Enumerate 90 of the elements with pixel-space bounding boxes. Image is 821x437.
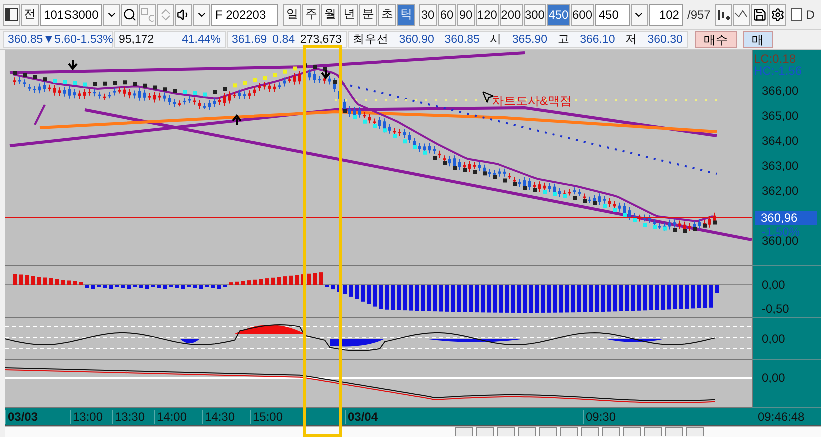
interval-tab[interactable]: 300 [524,4,546,26]
toolbar-icon[interactable] [581,427,599,436]
axis-label: 0,00 [762,371,786,385]
low-value: 360.30 [648,34,683,46]
time-label: 15:00 [250,410,284,424]
toolbar-icon[interactable] [497,427,515,436]
direction-mark: ▼ [43,34,55,46]
dropdown-icon[interactable] [193,4,210,26]
line-add-icon[interactable] [732,4,750,26]
low-label: 저 [626,33,638,47]
axis-label: 363,00 [762,159,799,173]
lc-label: LC:0.18 [754,52,796,66]
time-label: 13:30 [112,410,146,424]
toolbar-icon[interactable] [602,427,620,436]
save-icon[interactable] [750,4,768,26]
contract-field[interactable]: F 202203 [211,4,278,26]
change-value: 0.84 [272,34,295,46]
chart-annotation: 차트도사&맥점 [492,93,572,110]
time-label: 03/03 [5,410,38,424]
high-value: 366.10 [580,34,616,46]
price-value: 360.85 [8,34,44,46]
bid-value: 360.85 [444,34,480,46]
axis-label: 0,00 [762,278,786,292]
arrow-icon [321,69,331,80]
toolbar-icon[interactable] [644,427,662,436]
price-value: 361.69 [232,34,268,46]
interval-tab[interactable]: 600 [571,4,594,26]
period-tab[interactable]: 월 [321,4,340,26]
time-label: 13:00 [70,410,104,424]
dropdown-icon[interactable] [630,4,648,26]
dropdown-icon[interactable] [103,4,120,26]
buy-button[interactable]: 매수 [695,31,737,48]
volume-value: 273,673 [300,34,342,46]
period-tab[interactable]: 틱 [397,4,416,26]
axis-label: -0,50 [762,302,790,316]
arrow-icon [232,114,242,126]
sell-button[interactable]: 매 [743,31,773,48]
time-label: 09:30 [583,410,616,424]
toolbar-icon[interactable] [539,427,557,436]
interval-tab[interactable]: 120 [476,4,499,26]
toolbar-icon[interactable] [455,427,473,436]
interval-tab[interactable]: 200 [500,4,523,26]
interval-combo[interactable]: 450 [594,4,630,26]
period-tab[interactable]: 년 [340,4,358,26]
interval-tab[interactable]: 30 [419,4,438,26]
volume-rate: 41.44% [182,34,221,46]
toolbar-icon[interactable] [518,427,536,436]
time-label: 03/04 [345,410,378,424]
time-label: 14:30 [202,410,236,424]
axis-label: 0,00 [762,332,786,346]
volume-value: 95,172 [119,34,154,46]
count-field[interactable]: 102 [648,4,684,26]
time-label: 14:00 [154,410,188,424]
prev-button[interactable]: 전 [21,4,40,26]
axis-label: 362,00 [762,184,799,198]
current-price-tag: 360,96 [755,211,817,225]
axis-label: 365,00 [762,109,799,123]
interval-tab[interactable]: 450 [547,4,570,26]
period-tab[interactable]: 일 [283,4,302,26]
speaker-icon[interactable] [175,4,192,26]
arrow-icon [68,59,78,71]
search-icon[interactable] [121,4,138,26]
toolbar-icon[interactable] [665,427,683,436]
period-tab[interactable]: 초 [378,4,396,26]
axis-label: 366,00 [762,84,799,98]
candle-add-icon[interactable] [714,4,732,26]
toolbar-icon[interactable] [686,427,704,436]
best-label: 최우선 [353,33,389,47]
total-count: /957 [686,8,712,22]
interval-tab[interactable]: 60 [438,4,456,26]
change-rate: -1.53% [76,34,114,46]
ask-value: 360.90 [399,34,434,46]
high-label: 고 [558,33,570,47]
clock-label: 09:46:48 [758,410,805,424]
settings-icon[interactable] [769,4,786,26]
interval-tab[interactable]: 90 [457,4,476,26]
toolbar-icon[interactable] [476,427,494,436]
period-tab[interactable]: 주 [302,4,320,26]
code-field[interactable]: 101S3000 [40,4,102,26]
period-tab[interactable]: 분 [359,4,378,26]
checkbox-label: D [805,8,816,22]
axis-label: 364,00 [762,134,799,148]
checkbox[interactable] [791,8,802,21]
toolbar-icon[interactable] [623,427,641,436]
open-value: 365.90 [512,34,548,46]
toolbar-icon[interactable] [560,427,578,436]
open-label: 시 [490,33,502,47]
hc-label: HC:-1.56 [754,64,802,78]
layout-icon[interactable] [3,4,20,26]
change-value: 5.60 [54,34,77,46]
